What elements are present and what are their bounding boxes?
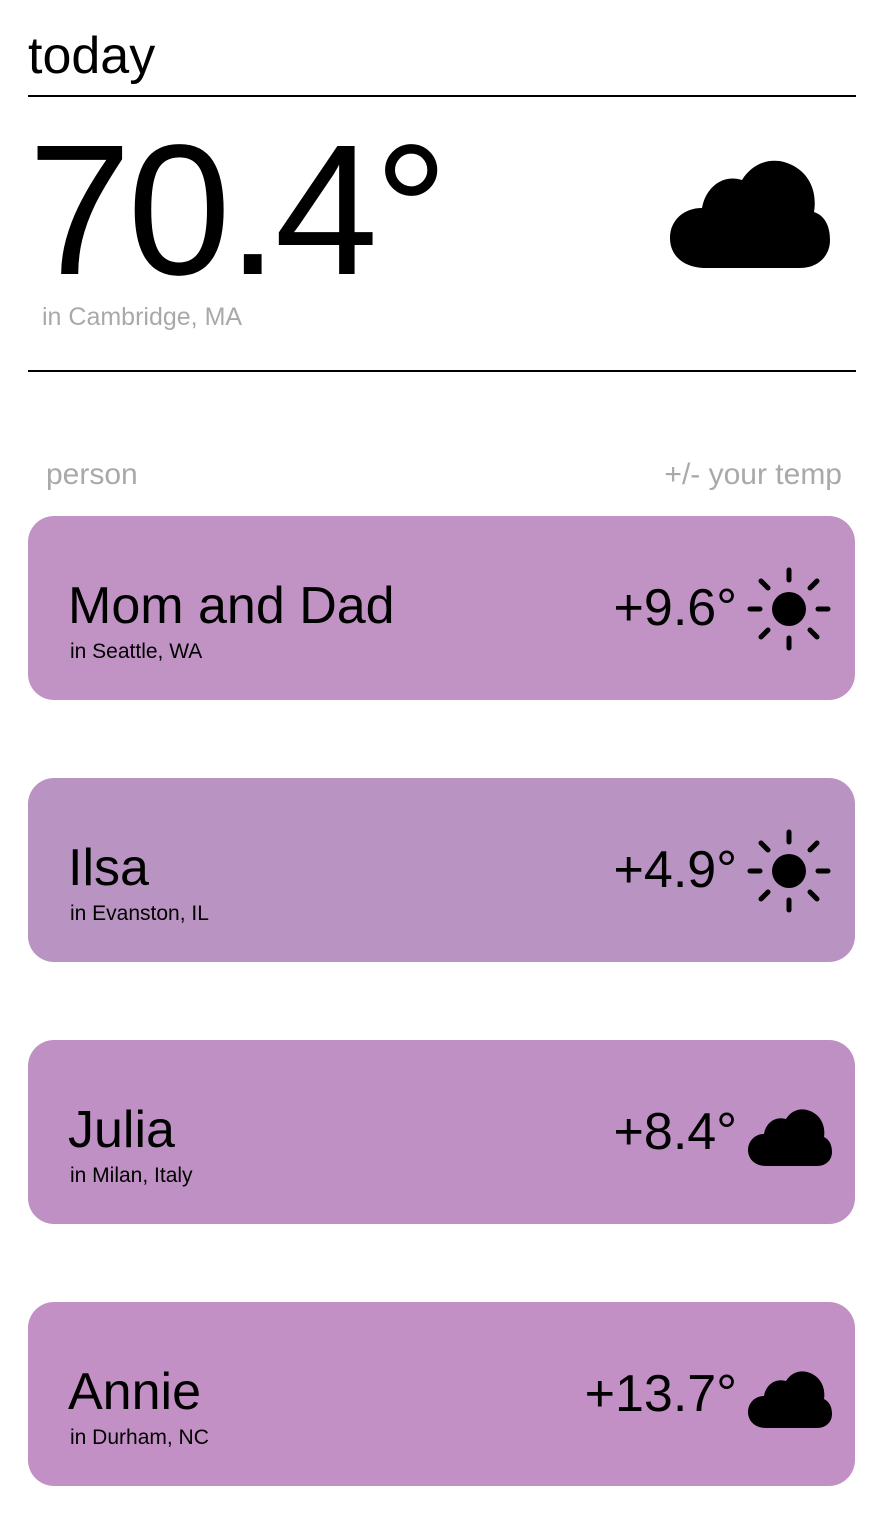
current-temperature: 70.4° xyxy=(28,107,448,314)
person-location: in Seattle, WA xyxy=(70,640,203,663)
top-divider xyxy=(28,95,856,97)
person-column-header: person xyxy=(46,458,138,491)
cloud-icon xyxy=(670,160,830,268)
sun-icon xyxy=(747,829,831,913)
temp-difference: +8.4° xyxy=(613,1103,737,1161)
temp-difference: +9.6° xyxy=(613,579,737,637)
person-location: in Evanston, IL xyxy=(70,902,209,925)
current-location: in Cambridge, MA xyxy=(42,303,243,331)
person-card[interactable]: Ilsa in Evanston, IL +4.9° xyxy=(28,778,855,962)
person-name: Mom and Dad xyxy=(68,577,395,635)
person-card[interactable]: Julia in Milan, Italy +8.4° xyxy=(28,1040,855,1224)
cloud-icon xyxy=(748,1109,832,1166)
person-card[interactable]: Mom and Dad in Seattle, WA +9.6° xyxy=(28,516,855,700)
temp-diff-column-header: +/- your temp xyxy=(664,458,842,491)
person-name: Annie xyxy=(68,1363,201,1421)
person-location: in Durham, NC xyxy=(70,1426,209,1449)
person-name: Julia xyxy=(68,1101,175,1159)
person-card[interactable]: Annie in Durham, NC +13.7° xyxy=(28,1302,855,1486)
person-location: in Milan, Italy xyxy=(70,1164,193,1187)
temp-difference: +13.7° xyxy=(584,1365,737,1423)
person-name: Ilsa xyxy=(68,839,149,897)
bottom-divider xyxy=(28,370,856,372)
temp-difference: +4.9° xyxy=(613,841,737,899)
weather-page: today 70.4° in Cambridge, MA person +/- … xyxy=(0,0,884,1520)
page-title: today xyxy=(28,27,156,85)
cloud-icon xyxy=(748,1371,832,1428)
sun-icon xyxy=(747,567,831,651)
